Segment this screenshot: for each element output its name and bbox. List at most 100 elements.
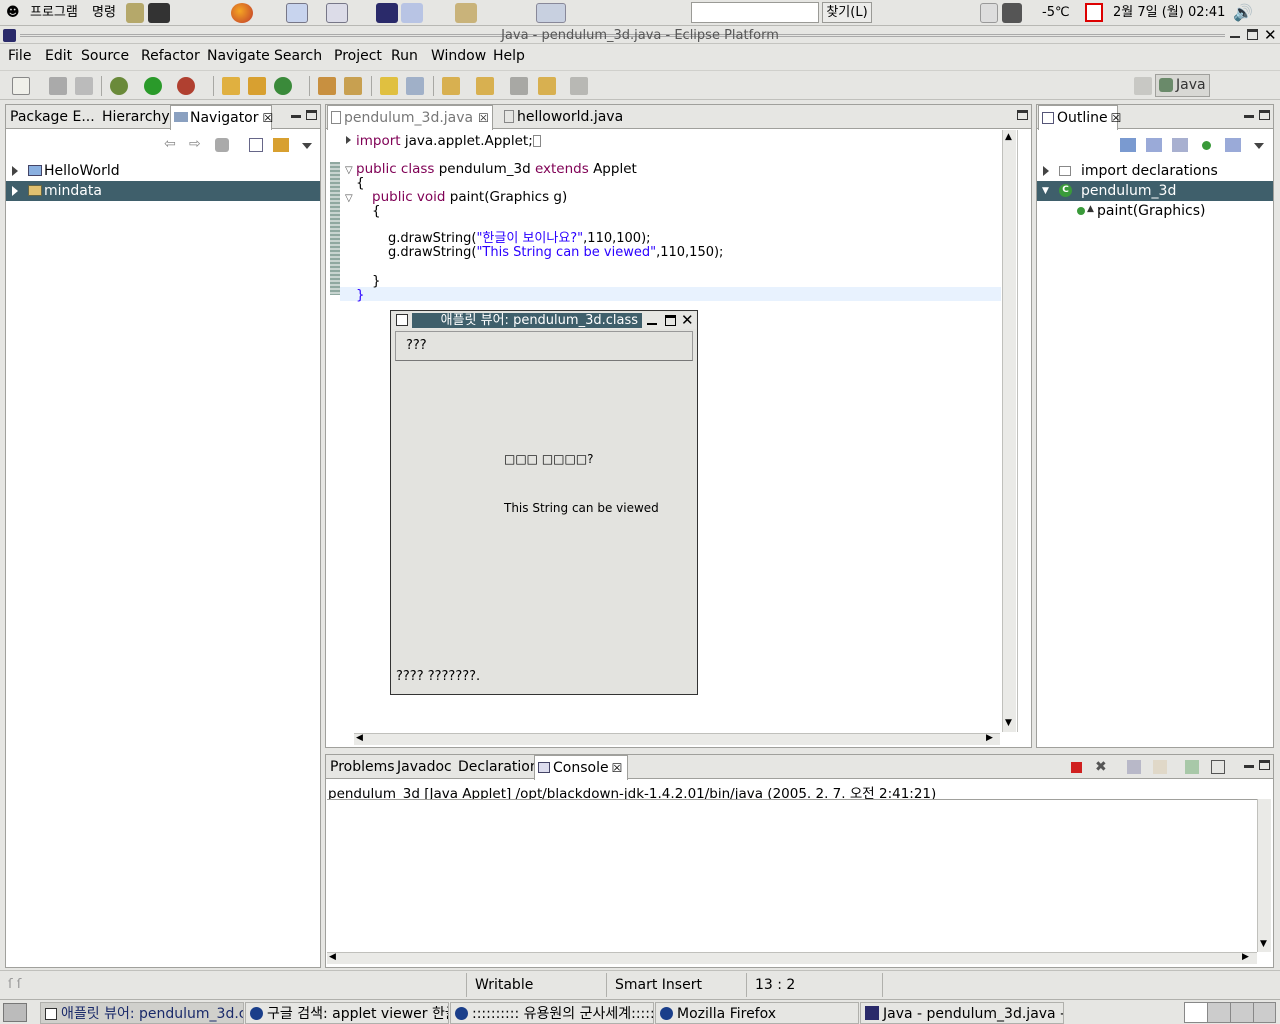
close-icon[interactable]: ✕ [681,311,694,329]
outline-item-class[interactable]: ▼ C pendulum_3d [1037,181,1273,201]
expand-icon[interactable] [1043,166,1049,176]
save-icon[interactable] [49,77,67,95]
new-class-icon[interactable] [274,77,292,95]
workspace-switcher[interactable] [1184,1002,1276,1023]
workspace-2[interactable] [1208,1003,1231,1022]
open-type-icon[interactable] [318,77,336,95]
tab-helloworld[interactable]: helloworld.java [501,105,626,129]
sort-icon[interactable] [1120,138,1136,152]
expand-icon[interactable] [12,166,18,176]
menu-window[interactable]: Window [431,48,486,64]
menu-source[interactable]: Source [81,48,129,64]
debug-icon[interactable] [110,77,128,95]
java-perspective-button[interactable]: Java [1155,74,1210,97]
close-tab-icon[interactable]: ☒ [478,111,489,125]
window-menu-icon[interactable] [396,314,408,326]
close-tab-icon[interactable]: ☒ [612,761,623,775]
hide-nonpublic-icon[interactable] [1202,141,1211,150]
mplayer-icon[interactable] [536,3,566,23]
file-cabinet-icon[interactable] [126,3,144,23]
external-tools-icon[interactable] [177,77,195,95]
annotation-icon[interactable] [380,77,398,95]
task-mozilla-firefox[interactable]: Mozilla Firefox [655,1002,859,1024]
next-annotation-icon[interactable] [442,77,460,95]
clock[interactable]: 2월 7일 (월) 02:41 [1113,3,1225,23]
tab-declaration[interactable]: Declaration [455,755,542,779]
forward-icon[interactable]: ⇨ [189,136,201,152]
minimize-view-icon[interactable] [1244,115,1254,118]
weather-readout[interactable]: -5℃ [1042,3,1070,23]
menu-refactor[interactable]: Refactor [141,48,200,64]
tree-item-mindata[interactable]: mindata [6,181,320,201]
tab-hierarchy[interactable]: Hierarchy [99,105,173,129]
close-icon[interactable]: ✕ [1264,26,1277,44]
scroll-lock-icon[interactable] [1127,760,1141,774]
scroll-left-icon[interactable]: ◀ [329,952,336,962]
eclipse-icon[interactable] [376,3,398,23]
fold-collapse-icon[interactable]: ▽ [345,193,353,204]
maximize-view-icon[interactable] [1259,760,1270,770]
tab-outline[interactable]: Outline ☒ [1038,105,1121,130]
view-menu-icon[interactable] [1254,143,1264,149]
menu-project[interactable]: Project [334,48,382,64]
view-menu-icon[interactable] [302,143,312,149]
search-button[interactable]: 찾기(L) [822,2,872,23]
previous-annotation-icon[interactable] [476,77,494,95]
maximize-editor-icon[interactable] [1017,110,1028,120]
back-icon[interactable] [538,77,556,95]
new-icon[interactable] [12,77,30,95]
outline-item-imports[interactable]: import declarations [1037,161,1273,181]
menu-edit[interactable]: Edit [45,48,72,64]
workspace-1[interactable] [1185,1003,1208,1022]
workspace-4[interactable] [1254,1003,1275,1022]
maximize-view-icon[interactable] [306,110,317,120]
volume-icon[interactable]: 🔊 [1233,3,1253,23]
display-console-icon[interactable] [1211,760,1225,774]
gnome-foot-icon[interactable]: ☻ [6,3,20,23]
show-desktop-icon[interactable] [3,1003,27,1022]
up-icon[interactable] [215,138,229,152]
task-military-world[interactable]: :::::::::: 유용원의 군사세계:::::::: [450,1002,654,1024]
menu-run[interactable]: Run [391,48,418,64]
applet-menu[interactable]: ??? [395,331,693,361]
terminal-icon[interactable] [148,3,170,23]
search-icon[interactable] [344,77,362,95]
scroll-left-icon[interactable]: ◀ [356,733,363,743]
network-icon[interactable] [980,3,998,23]
menu-search[interactable]: Search [274,48,322,64]
minimize-icon[interactable] [1230,36,1240,38]
scroll-right-icon[interactable]: ▶ [986,733,993,743]
tab-package-explorer[interactable]: Package E... [7,105,98,129]
tab-navigator[interactable]: Navigator ☒ [170,105,273,130]
maximize-icon[interactable] [665,315,676,326]
menu-file[interactable]: File [8,48,31,64]
hide-fields-icon[interactable] [1146,138,1162,152]
google-search-input[interactable] [691,2,819,23]
task-eclipse[interactable]: Java - pendulum_3d.java - E [860,1002,1064,1024]
firefox-icon[interactable] [231,3,253,23]
fold-expand-icon[interactable] [346,136,351,144]
open-perspective-icon[interactable] [1134,77,1152,95]
editor-vertical-scrollbar[interactable]: ▲ ▼ [1002,130,1016,732]
new-package-icon[interactable] [248,77,266,95]
tab-javadoc[interactable]: Javadoc [394,755,455,779]
pin-console-icon[interactable] [1185,760,1199,774]
toggle-view-icon[interactable] [406,77,424,95]
forward-icon[interactable] [570,77,588,95]
expand-icon[interactable] [12,186,18,196]
minimize-icon[interactable] [647,323,657,325]
notification-icon[interactable] [1085,3,1103,22]
tab-pendulum-3d[interactable]: pendulum_3d.java ☒ [327,105,493,130]
hide-local-types-icon[interactable] [1225,138,1241,152]
commands-menu[interactable]: 명령 [92,3,116,23]
new-java-project-icon[interactable] [222,77,240,95]
collapse-all-icon[interactable] [249,138,263,152]
tree-item-helloworld[interactable]: HelloWorld [6,161,320,181]
workspace-3[interactable] [1231,1003,1254,1022]
menu-help[interactable]: Help [493,48,525,64]
task-applet-viewer[interactable]: 애플릿 뷰어: pendulum_3d.cla [40,1002,244,1024]
close-tab-icon[interactable]: ☒ [1111,111,1122,125]
back-icon[interactable]: ⇦ [164,136,176,152]
workspace-icon[interactable] [401,3,423,23]
collapse-icon[interactable]: ▼ [1042,181,1049,201]
